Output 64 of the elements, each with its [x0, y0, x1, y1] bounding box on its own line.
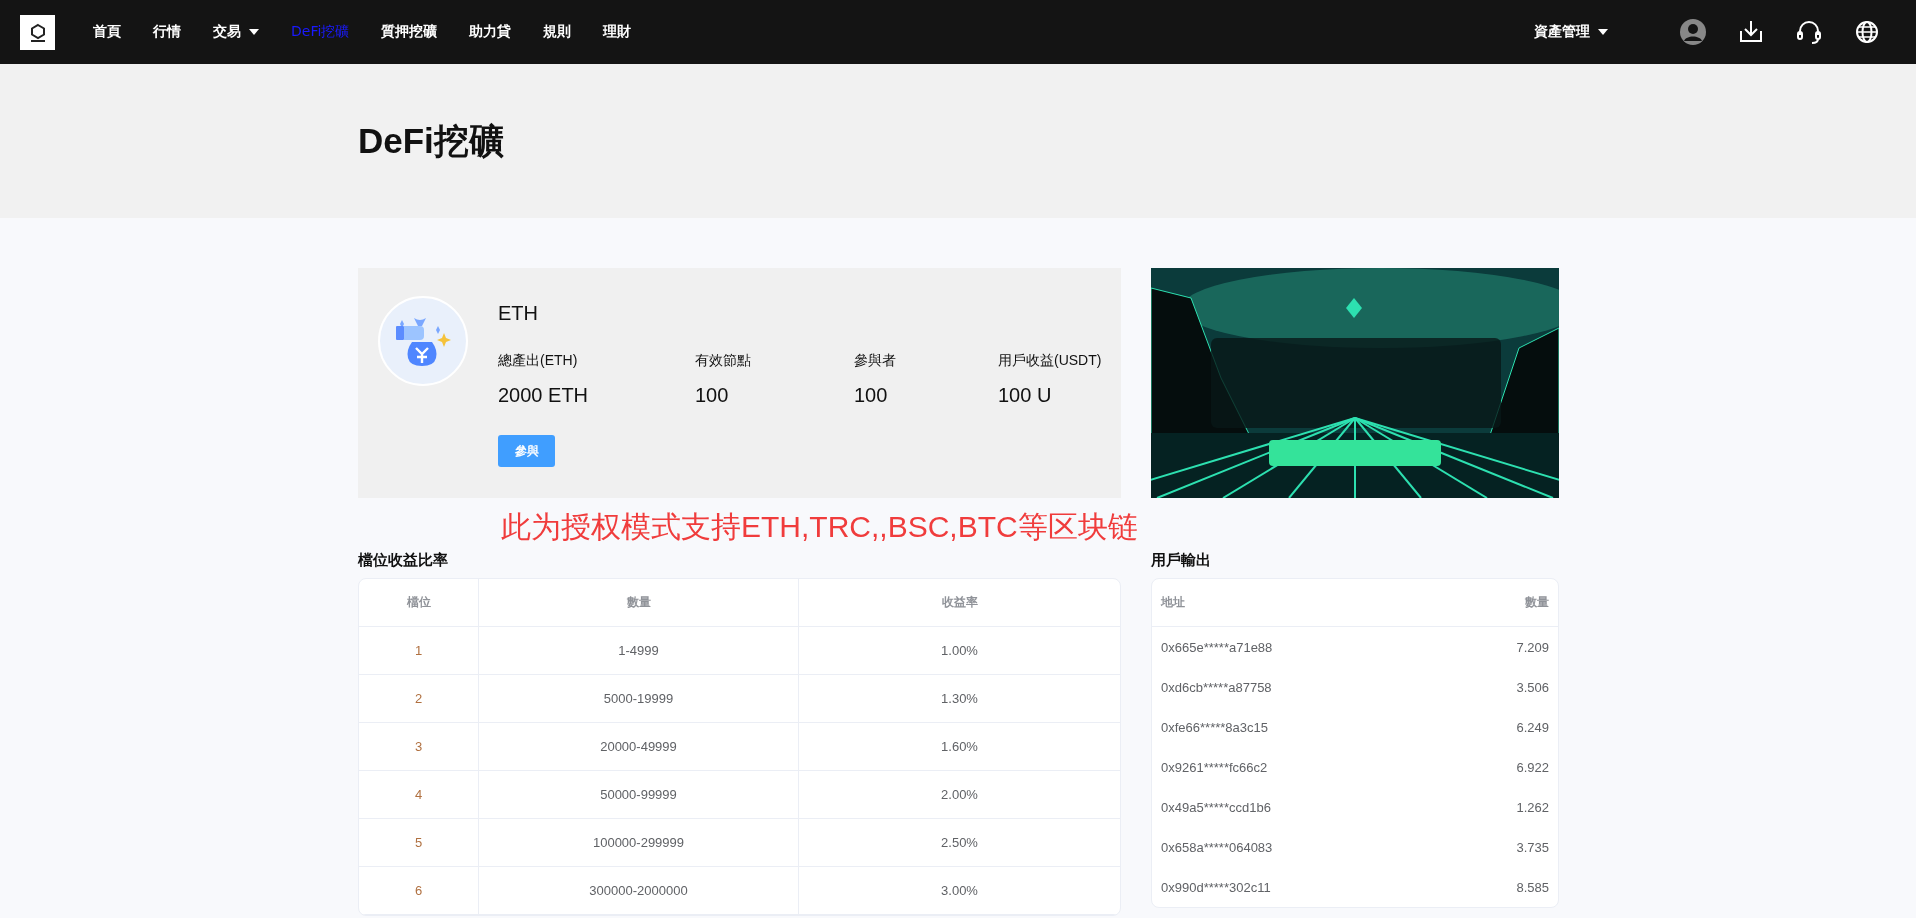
stat-label: 用戶收益(USDT) [998, 352, 1103, 370]
table-cell: 8.585 [1516, 879, 1549, 895]
stat-label: 參與者 [854, 352, 897, 370]
column-header: 數量 [1525, 594, 1549, 611]
section-title: 用戶輸出 [1151, 550, 1212, 570]
column-header: 檔位 [359, 579, 479, 626]
table-cell-text: 0xfe66*****8a3c15 [1161, 719, 1269, 735]
table-cell-text: 2.50% [940, 834, 979, 852]
nav-link[interactable]: 交易 [197, 0, 275, 64]
stat-value: 100 [695, 384, 729, 407]
caret-icon [1598, 29, 1608, 35]
table-cell-text: 1.00% [940, 642, 979, 660]
stat-value: 100 [854, 384, 888, 407]
table-cell: 300000-2000000 [479, 867, 799, 914]
nav-link[interactable]: 首頁 [77, 0, 137, 64]
table-cell-text: 3.00% [940, 882, 979, 900]
nav-link[interactable]: 規則 [527, 0, 588, 64]
table-cell: 1 [359, 627, 479, 674]
table-cell: 6 [359, 867, 479, 914]
table-cell: 6.249 [1516, 719, 1549, 735]
stat-label: 總產出(ETH) [498, 352, 579, 370]
table-cell-text: 1.30% [940, 690, 979, 708]
table-cell: 3.506 [1516, 679, 1549, 695]
table-cell-text: 2.00% [940, 786, 979, 804]
table-cell: 3 [359, 723, 479, 770]
table-cell-text: 1.60% [940, 738, 979, 756]
table-cell-text: 0x665e*****a71e88 [1161, 639, 1274, 655]
table-cell: 20000-49999 [479, 723, 799, 770]
user-avatar-icon[interactable] [1680, 19, 1706, 45]
nav-link[interactable]: 行情 [137, 0, 197, 64]
table-cell: 7.209 [1516, 639, 1549, 655]
table-cell-text: 0x658a*****064083 [1161, 839, 1274, 855]
nav-link[interactable]: 理財 [587, 0, 648, 64]
notice-text: 此为授权模式支持ETH,TRC,,BSC,BTC等区块链 [501, 509, 1138, 545]
table-cell: 5000-19999 [479, 675, 799, 722]
asset-menu[interactable]: 資產管理 [1534, 23, 1608, 41]
globe-icon[interactable] [1854, 19, 1880, 45]
column-header: 地址 [1161, 594, 1186, 611]
column-header: 收益率 [940, 594, 979, 611]
headset-icon[interactable] [1796, 19, 1822, 45]
nav-link[interactable]: 助力貸 [453, 0, 528, 64]
table-cell: 1.262 [1516, 799, 1549, 815]
table-cell: 4 [359, 771, 479, 818]
column-header: 數量 [479, 579, 799, 626]
page-title: DeFi挖礦 [358, 120, 505, 162]
table-cell: 100000-299999 [479, 819, 799, 866]
table-cell: 2 [359, 675, 479, 722]
table-cell: 1-4999 [479, 627, 799, 674]
coin-name: ETH [498, 301, 538, 325]
table-cell-text: 0x990d*****302c11 [1161, 879, 1272, 895]
nav-link[interactable]: 質押挖礦 [365, 0, 454, 64]
stat-label: 有效節點 [695, 352, 752, 370]
table-cell: 50000-99999 [479, 771, 799, 818]
section-title: 檔位收益比率 [358, 550, 449, 570]
table-cell: 3.735 [1516, 839, 1549, 855]
table-cell: 6.922 [1516, 759, 1549, 775]
stat-value: 100 U [998, 384, 1052, 407]
stat-value: 2000 ETH [498, 384, 589, 407]
table-cell: 5 [359, 819, 479, 866]
download-icon[interactable] [1738, 19, 1764, 45]
table-cell-text: 0x9261*****fc66c2 [1161, 759, 1269, 775]
logo[interactable] [20, 14, 55, 50]
table-cell-text: 0xd6cb*****a87758 [1161, 679, 1273, 695]
table-cell-text: 0x49a5*****ccd1b6 [1161, 799, 1272, 815]
